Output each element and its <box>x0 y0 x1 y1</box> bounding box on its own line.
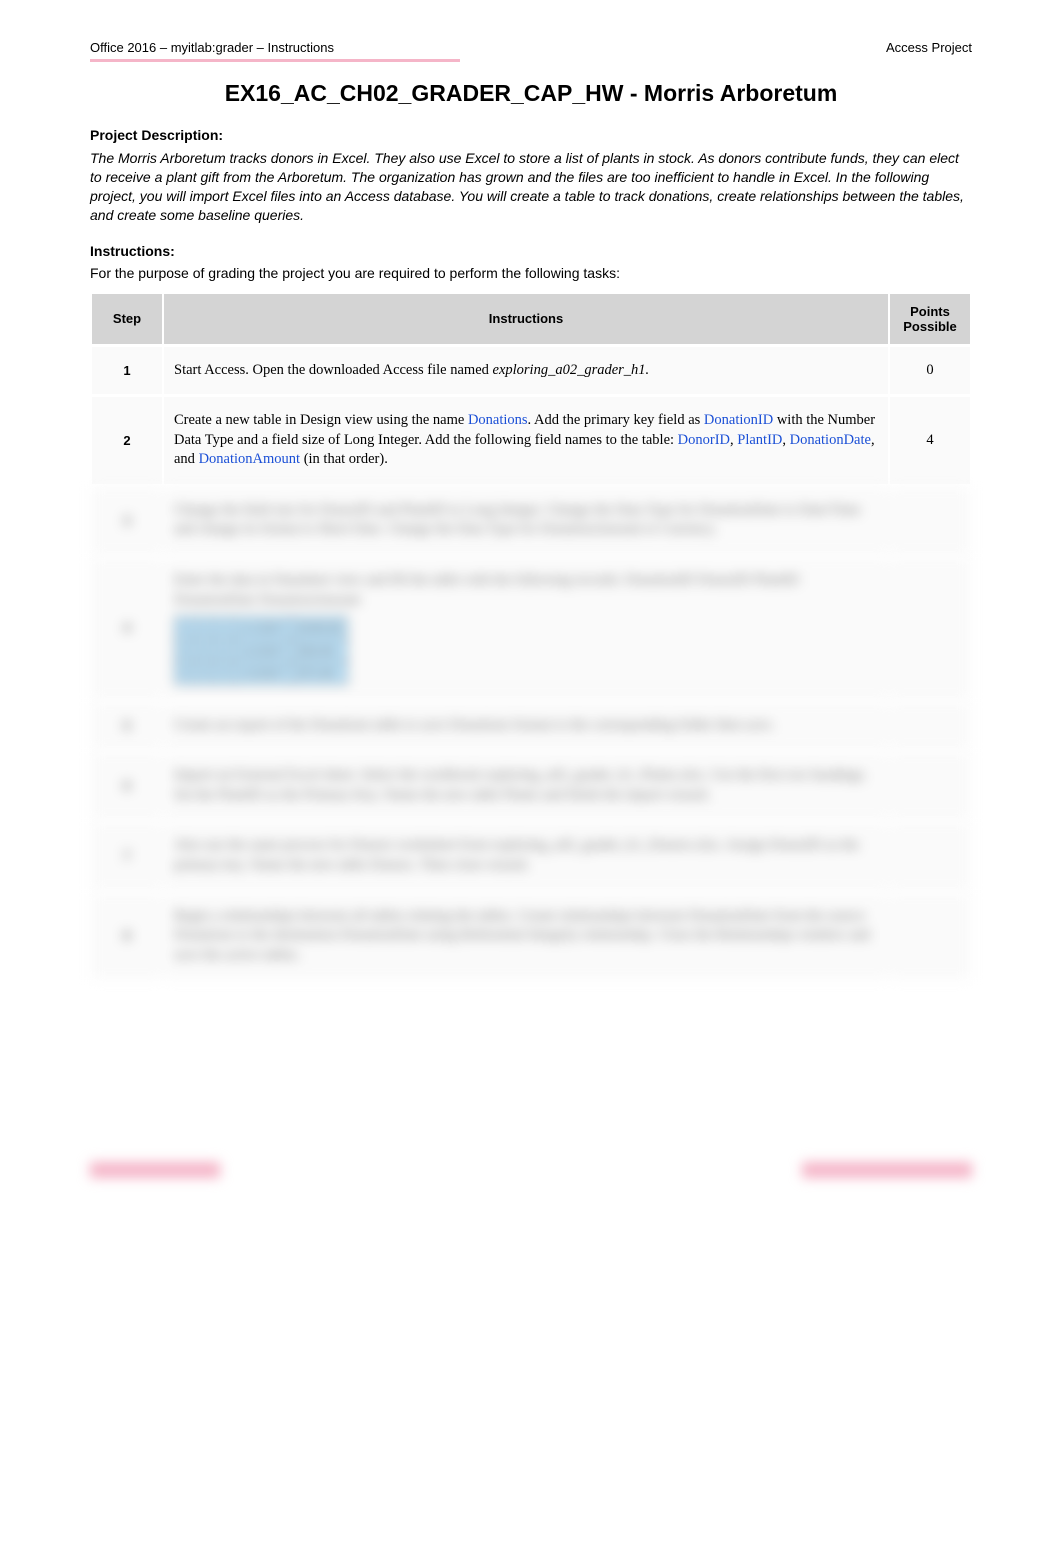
footer-right-block <box>802 1162 972 1178</box>
header-underline <box>90 59 460 62</box>
step-number: 2 <box>92 397 162 484</box>
points-cell: 4 <box>890 397 970 484</box>
instruction-cell: Import an External Excel sheet. Select t… <box>164 752 888 819</box>
filename: exploring_a02_grader_h1. <box>493 362 650 378</box>
instructions-heading: Instructions: <box>90 243 972 259</box>
text: Enter the data in Datasheet view and fil… <box>174 572 799 608</box>
instruction-cell: Create a new table in Design view using … <box>164 397 888 484</box>
project-description-heading: Project Description: <box>90 127 972 143</box>
keyword: DonationID <box>704 412 773 428</box>
instructions-intro: For the purpose of grading the project y… <box>90 265 972 281</box>
page-title: EX16_AC_CH02_GRADER_CAP_HW - Morris Arbo… <box>90 80 972 107</box>
table-header-row: Step Instructions Points Possible <box>92 294 970 344</box>
step-number: 8 <box>92 893 162 980</box>
table-row-blurred: 8 Begin a relationships between all tabl… <box>92 893 970 980</box>
points-cell <box>890 557 970 699</box>
table-row-blurred: 4 Enter the data in Datasheet view and f… <box>92 557 970 699</box>
th-points: Points Possible <box>890 294 970 344</box>
points-cell <box>890 893 970 980</box>
table-row: 1 Start Access. Open the downloaded Acce… <box>92 347 970 395</box>
points-cell: 0 <box>890 347 970 395</box>
points-cell <box>890 822 970 889</box>
th-instructions: Instructions <box>164 294 888 344</box>
points-cell <box>890 752 970 819</box>
keyword: DonorID <box>678 432 730 448</box>
step-number: 7 <box>92 822 162 889</box>
inner-data-table: 1111/1/2017$100.00 2221/2/2017$50.00 333… <box>174 616 348 685</box>
step-number: 4 <box>92 557 162 699</box>
header-right: Access Project <box>886 40 972 55</box>
table-row-blurred: 5 Create an export of the Donations tabl… <box>92 702 970 750</box>
keyword: DonationAmount <box>199 451 301 467</box>
instruction-cell: Change the field size for DonorID and Pl… <box>164 487 888 554</box>
text: . Add the primary key field as <box>528 412 704 428</box>
table-row: 2 Create a new table in Design view usin… <box>92 397 970 484</box>
text: Start Access. Open the downloaded Access… <box>174 362 493 378</box>
table-row-blurred: 7 Also use the same process for Donors w… <box>92 822 970 889</box>
text: , <box>782 432 789 448</box>
keyword: DonationDate <box>790 432 871 448</box>
header-left: Office 2016 – myitlab:grader – Instructi… <box>90 40 334 55</box>
step-number: 5 <box>92 702 162 750</box>
text: Create a new table in Design view using … <box>174 412 468 428</box>
page-header: Office 2016 – myitlab:grader – Instructi… <box>90 40 972 55</box>
table-row-blurred: 6 Import an External Excel sheet. Select… <box>92 752 970 819</box>
table-row-blurred: 3 Change the field size for DonorID and … <box>92 487 970 554</box>
instruction-cell: Create an export of the Donations table … <box>164 702 888 750</box>
th-step: Step <box>92 294 162 344</box>
step-number: 1 <box>92 347 162 395</box>
keyword: Donations <box>468 412 528 428</box>
project-description: The Morris Arboretum tracks donors in Ex… <box>90 149 972 225</box>
instruction-cell: Begin a relationships between all tables… <box>164 893 888 980</box>
points-cell <box>890 487 970 554</box>
instructions-table: Step Instructions Points Possible 1 Star… <box>90 291 972 983</box>
instruction-cell: Enter the data in Datasheet view and fil… <box>164 557 888 699</box>
instruction-cell: Also use the same process for Donors wor… <box>164 822 888 889</box>
points-cell <box>890 702 970 750</box>
page-footer <box>90 1162 972 1178</box>
keyword: PlantID <box>737 432 782 448</box>
step-number: 6 <box>92 752 162 819</box>
instruction-cell: Start Access. Open the downloaded Access… <box>164 347 888 395</box>
text: (in that order). <box>300 451 388 467</box>
step-number: 3 <box>92 487 162 554</box>
footer-left-block <box>90 1162 220 1178</box>
